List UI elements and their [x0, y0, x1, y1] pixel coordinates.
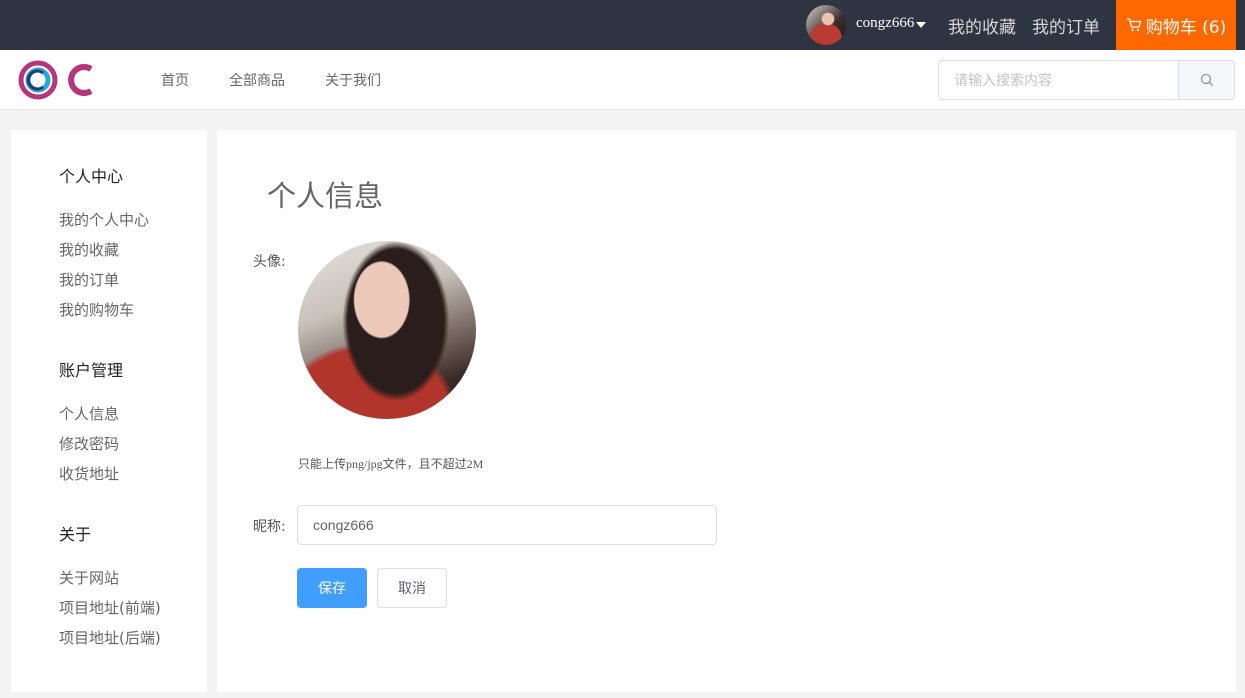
- avatar-label: 头像:: [253, 254, 286, 270]
- nav-all-products-link[interactable]: 全部商品: [229, 70, 285, 90]
- sidebar: 个人中心 我的个人中心 我的收藏 我的订单 我的购物车 账户管理 个人信息 修改…: [11, 130, 207, 692]
- nav-home-link[interactable]: 首页: [161, 70, 189, 90]
- sidebar-item-favorites[interactable]: 我的收藏: [59, 239, 119, 260]
- user-avatar[interactable]: [806, 5, 846, 45]
- search-icon: [1200, 73, 1213, 86]
- top-bar: congz666 我的收藏 我的订单 购物车 (6): [0, 0, 1245, 50]
- nickname-label: 昵称:: [253, 519, 286, 535]
- sidebar-section-title: 个人中心: [59, 167, 124, 186]
- nav-bar: 首页 全部商品 关于我们: [0, 50, 1245, 110]
- cart-label: 购物车 (6): [1145, 17, 1227, 38]
- sidebar-item-my-center[interactable]: 我的个人中心: [59, 209, 149, 230]
- cancel-button[interactable]: 取消: [377, 568, 447, 608]
- logo[interactable]: [18, 58, 98, 102]
- search-button[interactable]: [1178, 60, 1235, 100]
- sidebar-section-title: 关于: [59, 525, 92, 544]
- sidebar-item-orders[interactable]: 我的订单: [59, 269, 119, 290]
- sidebar-item-profile[interactable]: 个人信息: [59, 403, 119, 424]
- sidebar-item-backend-repo[interactable]: 项目地址(后端): [59, 627, 161, 648]
- nickname-input[interactable]: [297, 505, 717, 545]
- sidebar-item-about-site[interactable]: 关于网站: [59, 567, 119, 588]
- cart-icon: [1126, 18, 1142, 32]
- sidebar-item-password[interactable]: 修改密码: [59, 433, 119, 454]
- avatar-uploader[interactable]: [298, 241, 476, 419]
- search-input[interactable]: [938, 60, 1179, 100]
- top-orders-link[interactable]: 我的订单: [1032, 13, 1100, 38]
- cart-button[interactable]: 购物车 (6): [1116, 0, 1236, 50]
- sidebar-item-frontend-repo[interactable]: 项目地址(前端): [59, 597, 161, 618]
- sidebar-item-cart[interactable]: 我的购物车: [59, 299, 134, 320]
- top-favorites-link[interactable]: 我的收藏: [948, 13, 1016, 38]
- main-content: 个人信息 头像: 只能上传png/jpg文件，且不超过2M 昵称: 保存 取消: [217, 130, 1236, 692]
- username-menu[interactable]: congz666: [856, 15, 914, 32]
- sidebar-item-address[interactable]: 收货地址: [59, 463, 119, 484]
- sidebar-section-title: 账户管理: [59, 361, 124, 380]
- upload-tip: 只能上传png/jpg文件，且不超过2M: [298, 457, 484, 471]
- nav-about-link[interactable]: 关于我们: [325, 70, 381, 90]
- save-button[interactable]: 保存: [297, 568, 367, 608]
- caret-down-icon[interactable]: [916, 22, 926, 28]
- page-title: 个人信息: [267, 179, 384, 213]
